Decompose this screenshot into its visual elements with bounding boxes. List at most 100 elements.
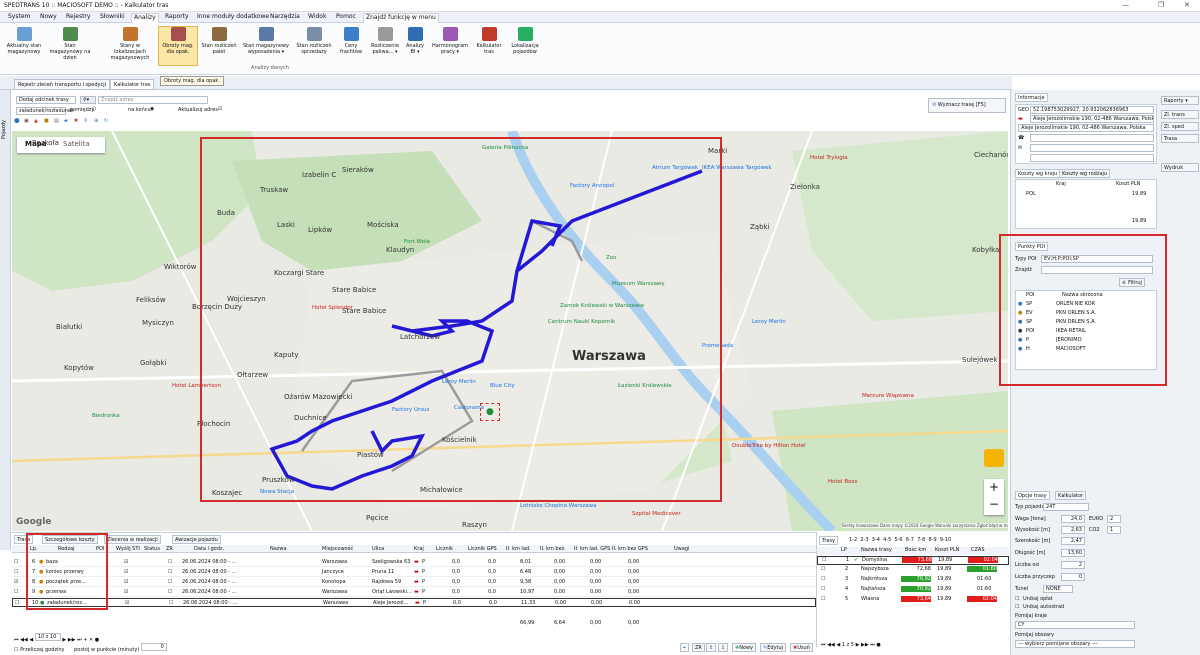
segment-tab[interactable]: 2-3 <box>860 537 868 543</box>
geo-coordinates-field[interactable]: 52.198753029927, 20.932062836963 <box>1030 106 1154 114</box>
ribbon-schedule-button[interactable]: Harmonogram pracy ▾ <box>430 27 470 55</box>
ribbon-current-stock-button[interactable]: Aktualny stan magazynowy <box>2 27 46 55</box>
col-header[interactable]: Koszt PLN <box>935 547 959 553</box>
ribbon-package-turnover-button[interactable]: Obroty mag. dla opak. <box>158 26 198 66</box>
col-header[interactable]: ZR <box>166 546 173 552</box>
col-header[interactable]: Kraj <box>1056 181 1066 187</box>
delete-button[interactable]: ✖Usuń <box>790 643 813 652</box>
zr-checkbox[interactable]: ☐ <box>169 600 173 606</box>
zr-checkbox[interactable]: ☐ <box>168 579 172 585</box>
vehicle-icon[interactable]: ▰ <box>64 118 68 124</box>
col-header[interactable]: Status <box>144 546 160 552</box>
page-indicator[interactable]: 10 z 10 <box>34 633 61 641</box>
doc-tab-route-calculator[interactable]: Kalkulator tras <box>110 79 155 90</box>
menu-tab-view[interactable]: Widok <box>306 13 328 23</box>
map-poi[interactable]: Leroy Merlin <box>752 319 786 325</box>
route-row[interactable]: ☐ 1 ✔ Domyślna 73,68 19,89 02:04 <box>817 556 1009 565</box>
save-icon[interactable]: ▣ <box>24 118 29 124</box>
send-sti-checkbox[interactable]: ☑ <box>124 579 128 585</box>
costs-by-type-tab[interactable]: Koszty wg rodzaju <box>1059 169 1111 178</box>
new-button[interactable]: ✚Nowy <box>732 643 757 652</box>
update-address-checkbox[interactable]: ☑ <box>218 106 222 112</box>
move-down-icon[interactable]: ⇩ <box>718 643 729 652</box>
ribbon-stock-on-date-button[interactable]: Stan magazynowy na dzień <box>48 27 92 61</box>
zr-button[interactable]: ZR <box>692 643 705 652</box>
row-checkbox[interactable]: ☐ <box>822 557 826 563</box>
co2-select[interactable]: 1 <box>1107 526 1121 534</box>
row-checkbox[interactable]: ☐ <box>821 576 825 582</box>
prev-page-icon[interactable]: ⏮ ◀◀ ◀ <box>821 642 842 648</box>
zr-checkbox[interactable]: ☐ <box>168 589 172 595</box>
zoom-in-icon[interactable]: ⊕ <box>94 118 98 124</box>
transport-order-button[interactable]: Zl. trans <box>1161 110 1199 119</box>
col-header[interactable]: Licznik GPS <box>468 546 497 552</box>
send-sti-checkbox[interactable]: ☑ <box>124 589 128 595</box>
col-header[interactable]: CZAS <box>971 547 985 553</box>
ribbon-sales-settlement-button[interactable]: Stan rozliczeń sprzedaży <box>294 27 334 55</box>
col-header[interactable]: Wyślij STI <box>116 546 140 552</box>
map-poi[interactable]: Biedronka <box>92 413 120 419</box>
tab-orders-in-progress[interactable]: Zlecenia w realizacji <box>104 535 161 544</box>
refresh-icon[interactable]: ↻ <box>104 118 108 124</box>
avoid-toll-checkbox[interactable]: ☐ <box>1015 596 1019 602</box>
poi-icon[interactable]: ▲ <box>34 118 38 124</box>
row-checkbox[interactable]: ☐ <box>15 600 19 606</box>
satellite-tab[interactable]: Satelita <box>63 140 90 148</box>
segment-tab[interactable]: 6-7 <box>906 537 914 543</box>
col-header[interactable]: Kraj <box>414 546 424 552</box>
col-header[interactable]: Miejscowość <box>322 546 353 552</box>
table-row[interactable]: ☐ 9 ● przerwa ☑ ☐ 26.06.2024 08:00 - ...… <box>12 588 816 597</box>
euro-select[interactable]: 2 <box>1107 515 1121 523</box>
col-header[interactable]: Koszt PLN <box>1116 181 1140 187</box>
weight-input[interactable]: 24,0 <box>1061 515 1085 523</box>
move-up-icon[interactable]: ⇧ <box>706 643 717 652</box>
menu-tab-tools[interactable]: Narzędzia <box>268 13 302 23</box>
stop-minutes-input[interactable]: 0 <box>140 643 167 651</box>
col-header[interactable]: LP <box>841 547 847 553</box>
menu-tab-system[interactable]: System <box>6 13 32 23</box>
info-tab[interactable]: Informacje <box>1015 93 1048 102</box>
search-address-options[interactable]: ⚲▾ <box>80 96 96 104</box>
routes-tab[interactable]: Trasy <box>819 536 839 545</box>
map-poi[interactable]: Lotnisko Chopina Warszawa <box>520 503 597 509</box>
map-attribution[interactable]: Skróty klawiszowe Dane mapy ©2024 Google… <box>842 523 1008 528</box>
email-field[interactable] <box>1030 144 1154 152</box>
layer-icon[interactable]: ■ <box>44 118 49 124</box>
col-header[interactable]: Data i godz. <box>194 546 224 552</box>
vehicles-side-tab[interactable]: Pojazdy <box>1 120 7 139</box>
ribbon-locations-button[interactable]: Stany w lokalizacjach magazynowych <box>104 27 156 61</box>
map-poi[interactable]: Hotel Trylogia <box>810 155 848 161</box>
col-header[interactable]: Ulica <box>372 546 384 552</box>
tab-vehicle-notices[interactable]: Awizacje pojazdu <box>172 535 221 544</box>
zr-checkbox[interactable]: ☐ <box>168 559 172 565</box>
segment-tab[interactable]: 9-10 <box>940 537 951 543</box>
avoid-countries-select[interactable]: CY <box>1015 621 1135 629</box>
col-header[interactable]: Uwagi <box>674 546 689 552</box>
add-route-segment-select[interactable]: Dodaj odcinek trasy <box>16 96 76 104</box>
route-row[interactable]: ☐ 2 Najszybsza 72,68 19,89 01:60 <box>817 566 1009 575</box>
doc-tab-transport-register[interactable]: Rejestr zleceń transportu i spedycji <box>14 79 111 90</box>
col-header[interactable]: Ił. km bez. <box>540 546 566 552</box>
search-address-input[interactable]: Znajdź adres <box>98 96 208 104</box>
edit-button[interactable]: ✎Edytuj <box>760 643 787 652</box>
menu-tab-reports[interactable]: Raporty <box>163 13 191 23</box>
height-input[interactable]: 2,63 <box>1061 526 1085 534</box>
menu-tab-other-modules[interactable]: Inne moduły dodatkowe <box>195 13 271 23</box>
costs-by-country-tab[interactable]: Koszty wg kraju <box>1015 169 1061 178</box>
zoom-out-button[interactable]: − <box>984 496 1004 513</box>
notes-field[interactable] <box>1030 154 1154 162</box>
col-header[interactable]: Bość km <box>905 547 926 553</box>
vehicle-type-select[interactable]: 24T <box>1043 503 1089 511</box>
phone-field[interactable] <box>1030 134 1154 142</box>
route-row[interactable]: ☐ 4 Najtańsza 70,92 19,89 01:60 <box>817 586 1009 595</box>
width-input[interactable]: 2,47 <box>1061 537 1085 545</box>
next-page-icon[interactable]: ▶ ▶▶ ⏭ ● <box>854 642 881 648</box>
table-row[interactable]: ☐ 7 ● koniec przerwy ☑ ☐ 26.06.2024 08:0… <box>12 568 816 577</box>
col-header[interactable]: Nazwa <box>270 546 287 552</box>
menu-tab-registers[interactable]: Rejestry <box>64 13 92 23</box>
table-row[interactable]: ☐ 6 ● baza ☑ ☐ 26.06.2024 08:00 - ... Wa… <box>12 558 816 567</box>
menu-find-function[interactable]: Znajdź funkcję w menu <box>363 13 439 23</box>
end-radio[interactable]: ◉ <box>150 106 154 112</box>
send-sti-checkbox[interactable]: ☑ <box>125 600 129 606</box>
print-button[interactable]: Wydruk <box>1161 163 1199 172</box>
